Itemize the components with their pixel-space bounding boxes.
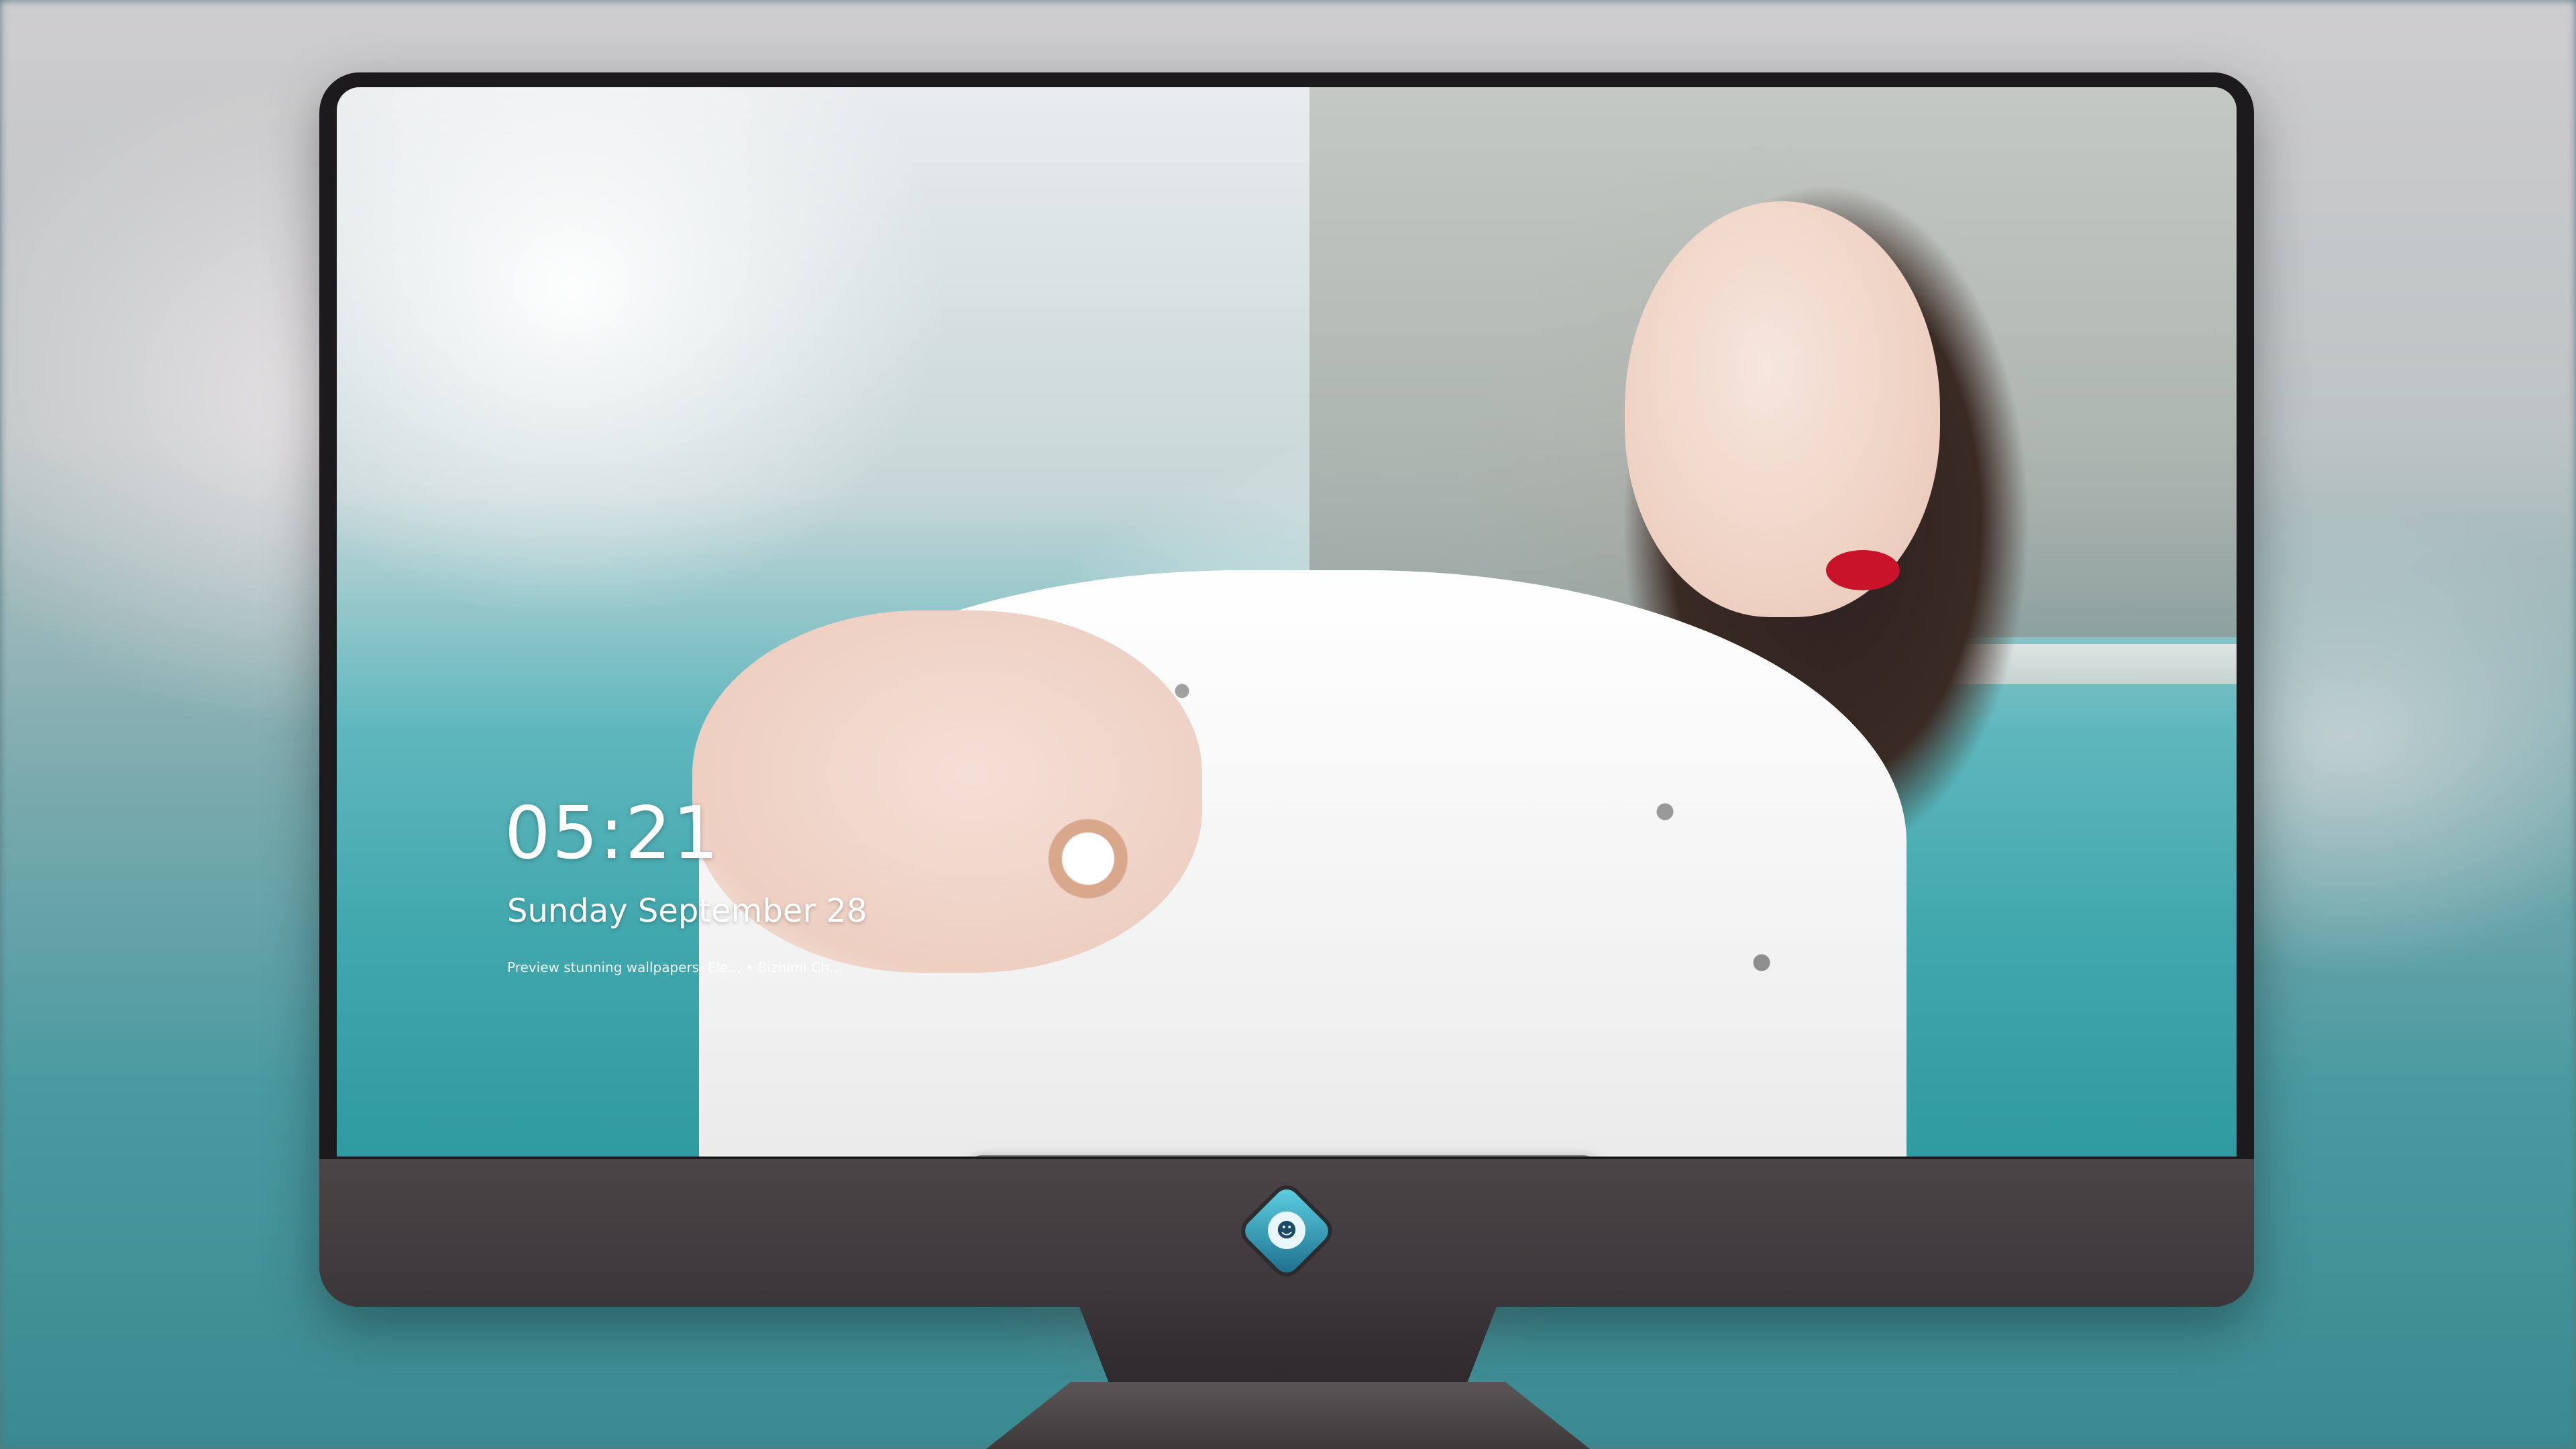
lock-date: Sunday September 28 bbox=[507, 892, 867, 930]
monitor: 05:21 Sunday September 28 Preview stunni… bbox=[319, 72, 2254, 1307]
wallpaper-subject-lips bbox=[1826, 550, 1900, 590]
wallpaper-watch bbox=[1048, 818, 1128, 899]
lock-time: 05:21 bbox=[504, 792, 720, 875]
desktop-scene: 05:21 Sunday September 28 Preview stunni… bbox=[0, 0, 2576, 1449]
lock-screen[interactable]: 05:21 Sunday September 28 Preview stunni… bbox=[337, 87, 2237, 1157]
dock: 💬 ☁ 🕒 🖼 🎬 ☰ ❖ ♫ A 📷 bbox=[967, 1155, 1598, 1157]
wallpaper-caption[interactable]: Preview stunning wallpapers. Ele… • Bizh… bbox=[507, 959, 843, 975]
monitor-stand-base bbox=[986, 1382, 1590, 1449]
wallpaper-subject-face bbox=[1625, 201, 1940, 617]
mascot-icon: ☻ bbox=[1268, 1212, 1305, 1249]
monitor-stand-neck bbox=[1077, 1301, 1499, 1389]
